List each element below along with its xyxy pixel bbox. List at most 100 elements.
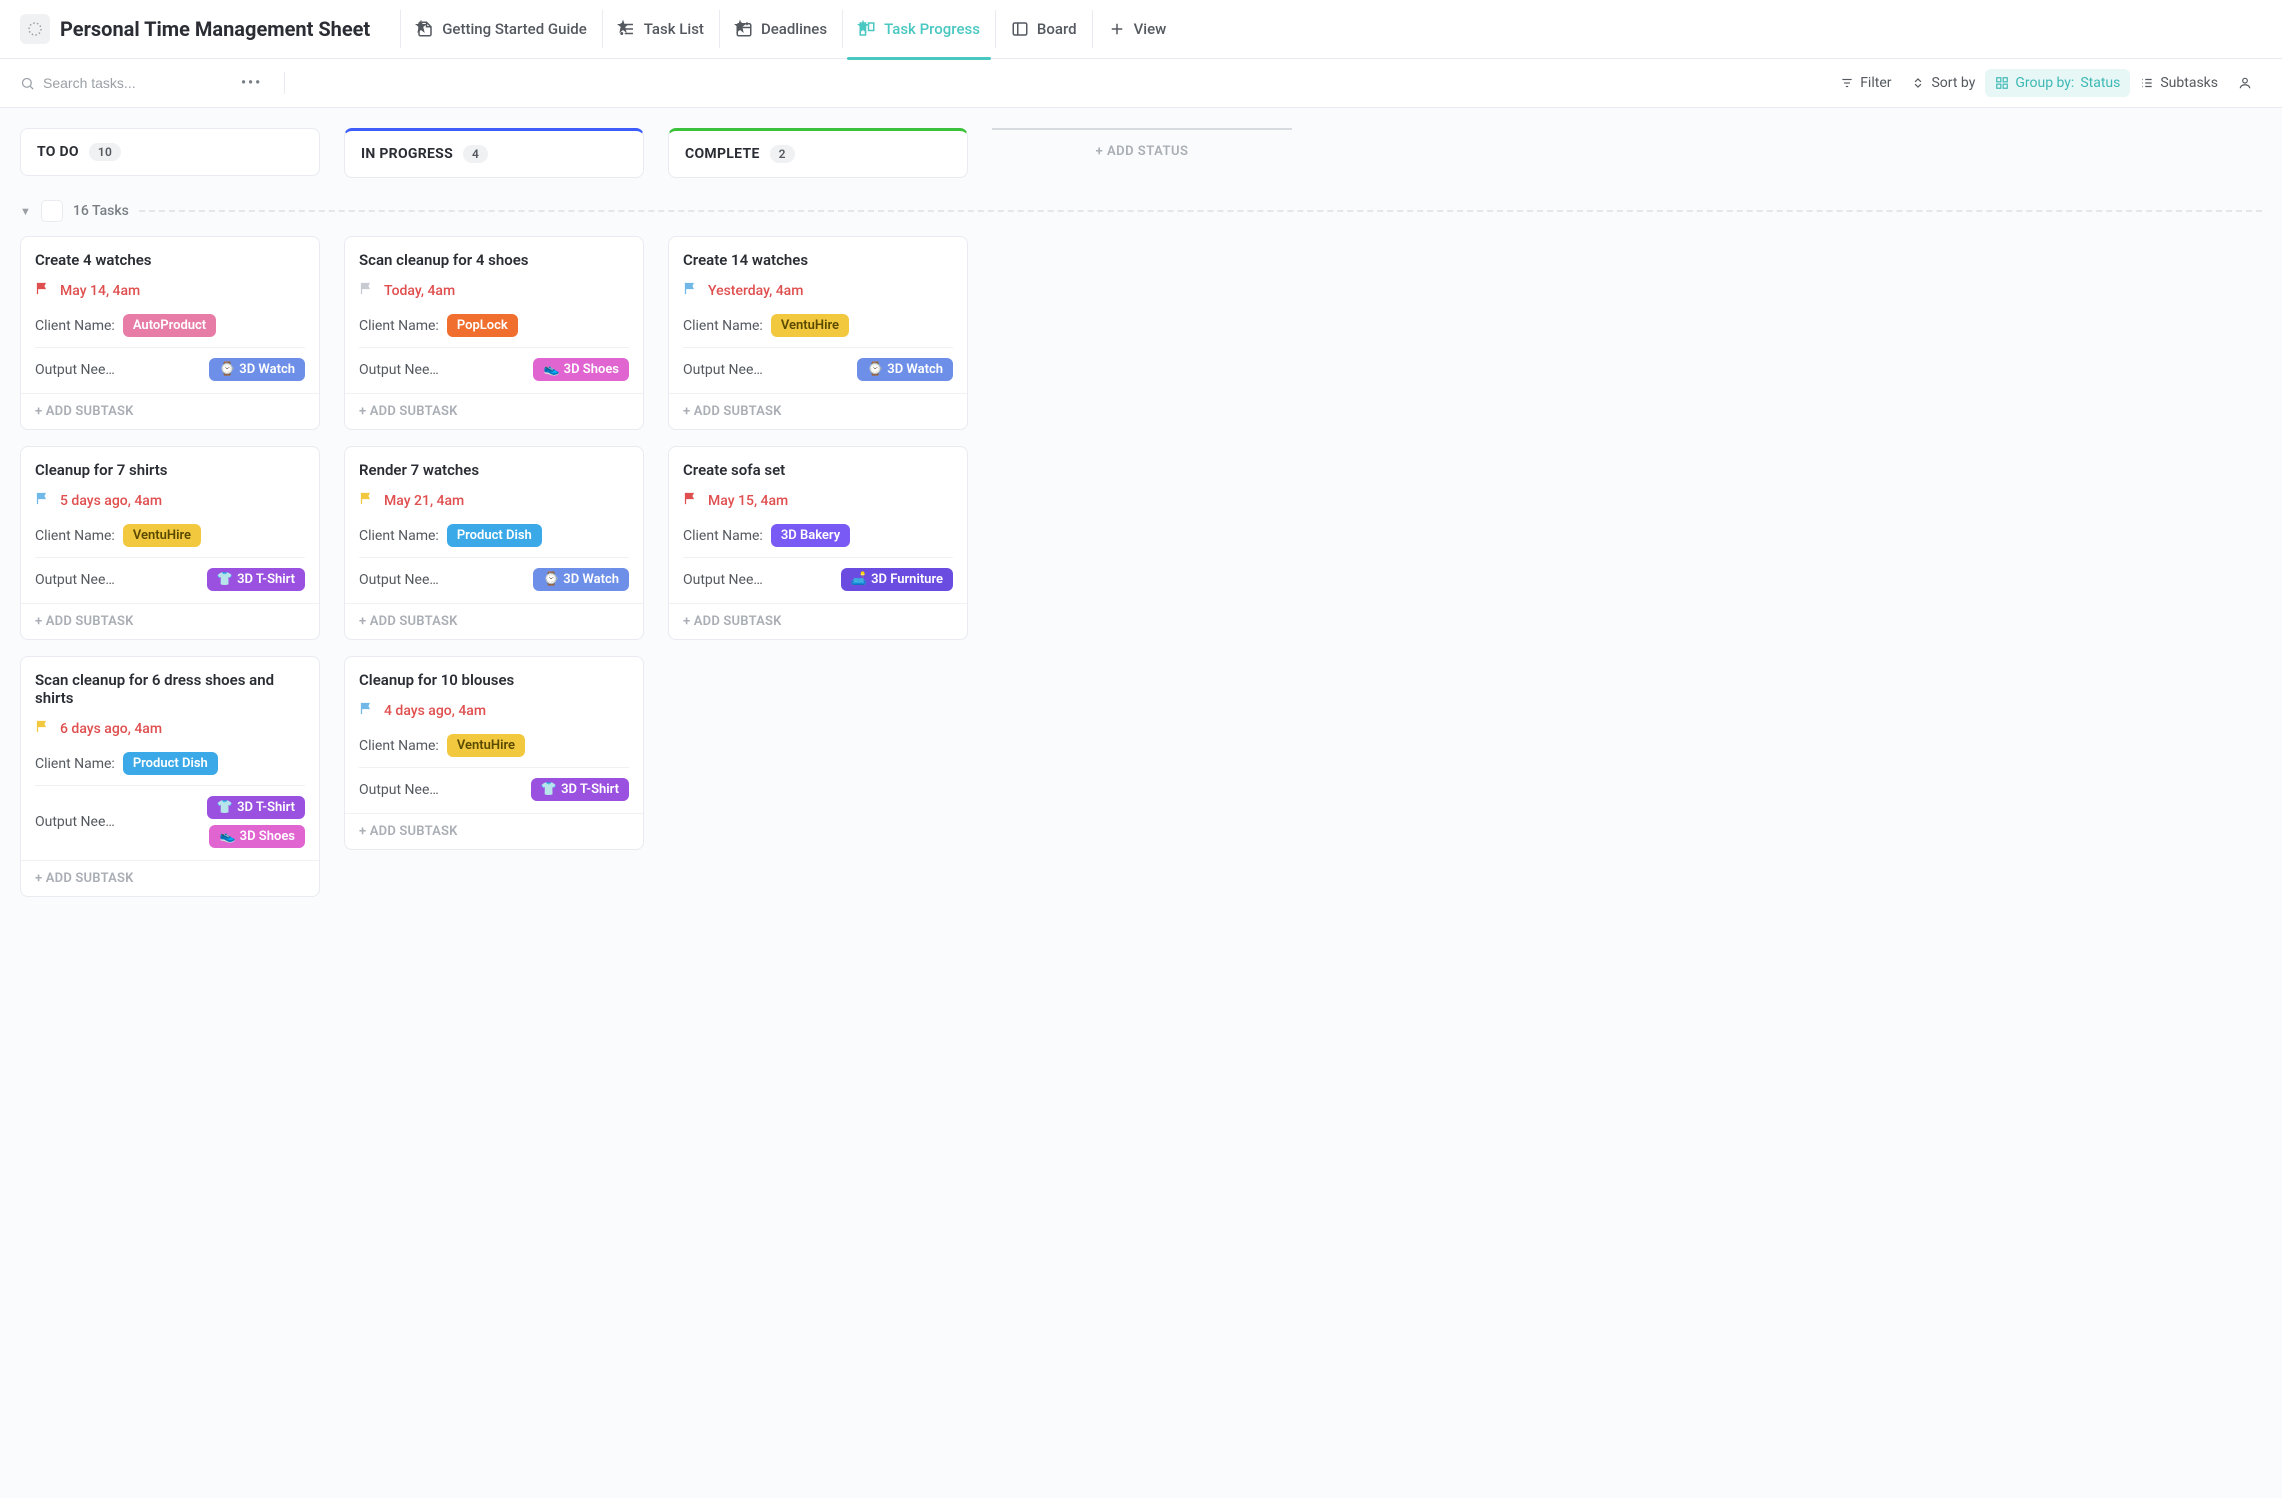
- output-pill[interactable]: ⌚3D Watch: [857, 358, 953, 381]
- card-columns: Create 4 watchesMay 14, 4amClient Name:A…: [20, 236, 2262, 897]
- add-subtask-button[interactable]: + ADD SUBTASK: [345, 393, 643, 429]
- due-text: Yesterday, 4am: [708, 283, 803, 299]
- add-subtask-button[interactable]: + ADD SUBTASK: [669, 393, 967, 429]
- add-subtask-button[interactable]: + ADD SUBTASK: [21, 393, 319, 429]
- group-caret-icon[interactable]: ▼: [20, 205, 31, 218]
- group-label: Group by:: [2015, 75, 2074, 91]
- tab-label: Board: [1037, 20, 1077, 38]
- tab-deadlines[interactable]: Deadlines: [719, 10, 842, 48]
- due-text: May 14, 4am: [60, 283, 140, 299]
- client-pill[interactable]: Product Dish: [123, 752, 218, 775]
- client-pill[interactable]: VentuHire: [123, 524, 201, 547]
- output-pills: ⌚3D Watch: [533, 568, 629, 591]
- column-header-inprogress[interactable]: IN PROGRESS 4: [344, 128, 644, 178]
- client-pill[interactable]: VentuHire: [771, 314, 849, 337]
- filter-button[interactable]: Filter: [1830, 69, 1901, 97]
- sort-button[interactable]: Sort by: [1901, 69, 1985, 97]
- output-label: Output Nee…: [683, 572, 763, 588]
- add-status-button[interactable]: + ADD STATUS: [992, 128, 1292, 173]
- due-row: 6 days ago, 4am: [35, 719, 305, 738]
- flag-icon: [359, 701, 374, 720]
- add-subtask-button[interactable]: + ADD SUBTASK: [345, 813, 643, 849]
- flag-icon: [35, 719, 50, 738]
- board-area: TO DO 10 IN PROGRESS 4 COMPLETE 2 + ADD …: [0, 108, 2282, 1498]
- output-pill[interactable]: 👟3D Shoes: [209, 825, 305, 848]
- subtasks-button[interactable]: Subtasks: [2130, 69, 2228, 97]
- client-pill[interactable]: PopLock: [447, 314, 518, 337]
- output-pill[interactable]: 👟3D Shoes: [533, 358, 629, 381]
- subtasks-label: Subtasks: [2160, 75, 2218, 91]
- plus-icon: [1108, 20, 1126, 38]
- list-icon: [618, 20, 636, 38]
- search-input[interactable]: [43, 75, 203, 91]
- add-view-button[interactable]: View: [1092, 10, 1182, 48]
- cards-inprogress: Scan cleanup for 4 shoesToday, 4amClient…: [344, 236, 644, 850]
- tab-task-list[interactable]: Task List: [602, 10, 719, 48]
- flag-icon: [359, 281, 374, 300]
- task-card[interactable]: Cleanup for 10 blouses4 days ago, 4amCli…: [344, 656, 644, 850]
- column-header-todo[interactable]: TO DO 10: [20, 128, 320, 176]
- cards-complete: Create 14 watchesYesterday, 4amClient Na…: [668, 236, 968, 640]
- add-status-column: + ADD STATUS: [992, 128, 1292, 173]
- task-card[interactable]: Scan cleanup for 4 shoesToday, 4amClient…: [344, 236, 644, 430]
- client-label: Client Name:: [35, 756, 115, 772]
- group-chip[interactable]: [41, 200, 63, 222]
- column-header-complete[interactable]: COMPLETE 2: [668, 128, 968, 178]
- due-row: 5 days ago, 4am: [35, 491, 305, 510]
- output-pill[interactable]: 👕3D T-Shirt: [531, 778, 629, 801]
- output-pill[interactable]: ⌚3D Watch: [533, 568, 629, 591]
- add-subtask-button[interactable]: + ADD SUBTASK: [21, 860, 319, 896]
- flag-icon: [35, 281, 50, 300]
- client-label: Client Name:: [683, 318, 763, 334]
- tab-getting-started-guide[interactable]: Getting Started Guide: [400, 10, 602, 48]
- due-text: May 21, 4am: [384, 493, 464, 509]
- output-pill[interactable]: 👕3D T-Shirt: [207, 568, 305, 591]
- user-icon: [2238, 76, 2252, 90]
- add-subtask-button[interactable]: + ADD SUBTASK: [21, 603, 319, 639]
- client-pill[interactable]: AutoProduct: [123, 314, 216, 337]
- search-icon: [20, 76, 35, 91]
- task-card[interactable]: Cleanup for 7 shirts5 days ago, 4amClien…: [20, 446, 320, 640]
- more-options-button[interactable]: •••: [233, 71, 270, 95]
- user-button[interactable]: [2228, 70, 2262, 96]
- output-pill[interactable]: 🛋️3D Furniture: [841, 568, 953, 591]
- task-card[interactable]: Create 4 watchesMay 14, 4amClient Name:A…: [20, 236, 320, 430]
- output-pills: 🛋️3D Furniture: [841, 568, 953, 591]
- column-label: TO DO: [37, 144, 79, 160]
- output-pill[interactable]: 👕3D T-Shirt: [207, 796, 305, 819]
- task-card[interactable]: Render 7 watchesMay 21, 4amClient Name:P…: [344, 446, 644, 640]
- due-text: 5 days ago, 4am: [60, 493, 162, 509]
- client-label: Client Name:: [359, 318, 439, 334]
- output-row: Output Nee…⌚3D Watch: [35, 347, 305, 381]
- client-row: Client Name: VentuHire: [683, 314, 953, 337]
- group-line: [139, 210, 2262, 212]
- client-pill[interactable]: 3D Bakery: [771, 524, 850, 547]
- output-pills: 👕3D T-Shirt 👟3D Shoes: [207, 796, 305, 848]
- tab-label: Task List: [644, 20, 704, 38]
- search-wrap: [20, 75, 203, 91]
- sort-label: Sort by: [1931, 75, 1975, 91]
- task-card[interactable]: Create sofa setMay 15, 4amClient Name:3D…: [668, 446, 968, 640]
- flag-icon: [683, 281, 698, 300]
- due-row: May 14, 4am: [35, 281, 305, 300]
- task-card[interactable]: Create 14 watchesYesterday, 4amClient Na…: [668, 236, 968, 430]
- client-row: Client Name:AutoProduct: [35, 314, 305, 337]
- add-subtask-button[interactable]: + ADD SUBTASK: [345, 603, 643, 639]
- task-card[interactable]: Scan cleanup for 6 dress shoes and shirt…: [20, 656, 320, 897]
- due-row: May 21, 4am: [359, 491, 629, 510]
- output-row: Output Nee… 👕3D T-Shirt 👟3D Shoes: [35, 785, 305, 848]
- group-by-button[interactable]: Group by: Status: [1985, 69, 2130, 97]
- tab-task-progress[interactable]: Task Progress: [842, 10, 995, 48]
- output-row: Output Nee…👟3D Shoes: [359, 347, 629, 381]
- client-pill[interactable]: Product Dish: [447, 524, 542, 547]
- add-subtask-button[interactable]: + ADD SUBTASK: [669, 603, 967, 639]
- due-row: Yesterday, 4am: [683, 281, 953, 300]
- output-pill[interactable]: ⌚3D Watch: [209, 358, 305, 381]
- tab-board[interactable]: Board: [995, 10, 1092, 48]
- output-label: Output Nee…: [35, 814, 115, 830]
- due-row: Today, 4am: [359, 281, 629, 300]
- column-inprogress: IN PROGRESS 4: [344, 128, 644, 178]
- client-row: Client Name: PopLock: [359, 314, 629, 337]
- client-pill[interactable]: VentuHire: [447, 734, 525, 757]
- output-label: Output Nee…: [359, 782, 439, 798]
